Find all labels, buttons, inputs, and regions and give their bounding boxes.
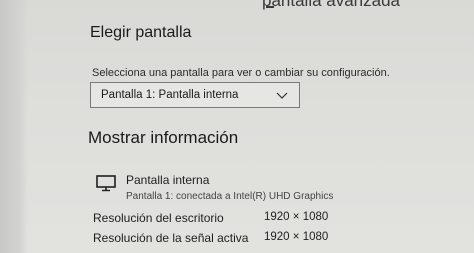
choose-display-heading: Elegir pantalla: [90, 24, 192, 41]
display-info-heading: Mostrar información: [88, 128, 239, 147]
display-adapter-info: Pantalla 1: conectada a Intel(R) UHD Gra…: [126, 191, 334, 202]
chevron-down-icon: [275, 90, 289, 100]
display-select-dropdown[interactable]: Pantalla 1: Pantalla interna: [90, 82, 300, 108]
desktop-resolution-label: Resolución del escritorio: [93, 211, 224, 225]
desktop-resolution-value: 1920 × 1080: [264, 211, 329, 223]
page-title: pantalla avanzada: [262, 0, 401, 10]
active-signal-resolution-value: 1920 × 1080: [264, 231, 329, 243]
window-edge: [0, 0, 28, 253]
monitor-icon: [95, 174, 119, 192]
active-signal-resolution-label: Resolución de la señal activa: [93, 231, 249, 245]
display-select-value: Pantalla 1: Pantalla interna: [101, 89, 239, 101]
choose-display-description: Selecciona una pantalla para ver o cambi…: [92, 67, 390, 79]
display-name: Pantalla interna: [126, 173, 210, 187]
